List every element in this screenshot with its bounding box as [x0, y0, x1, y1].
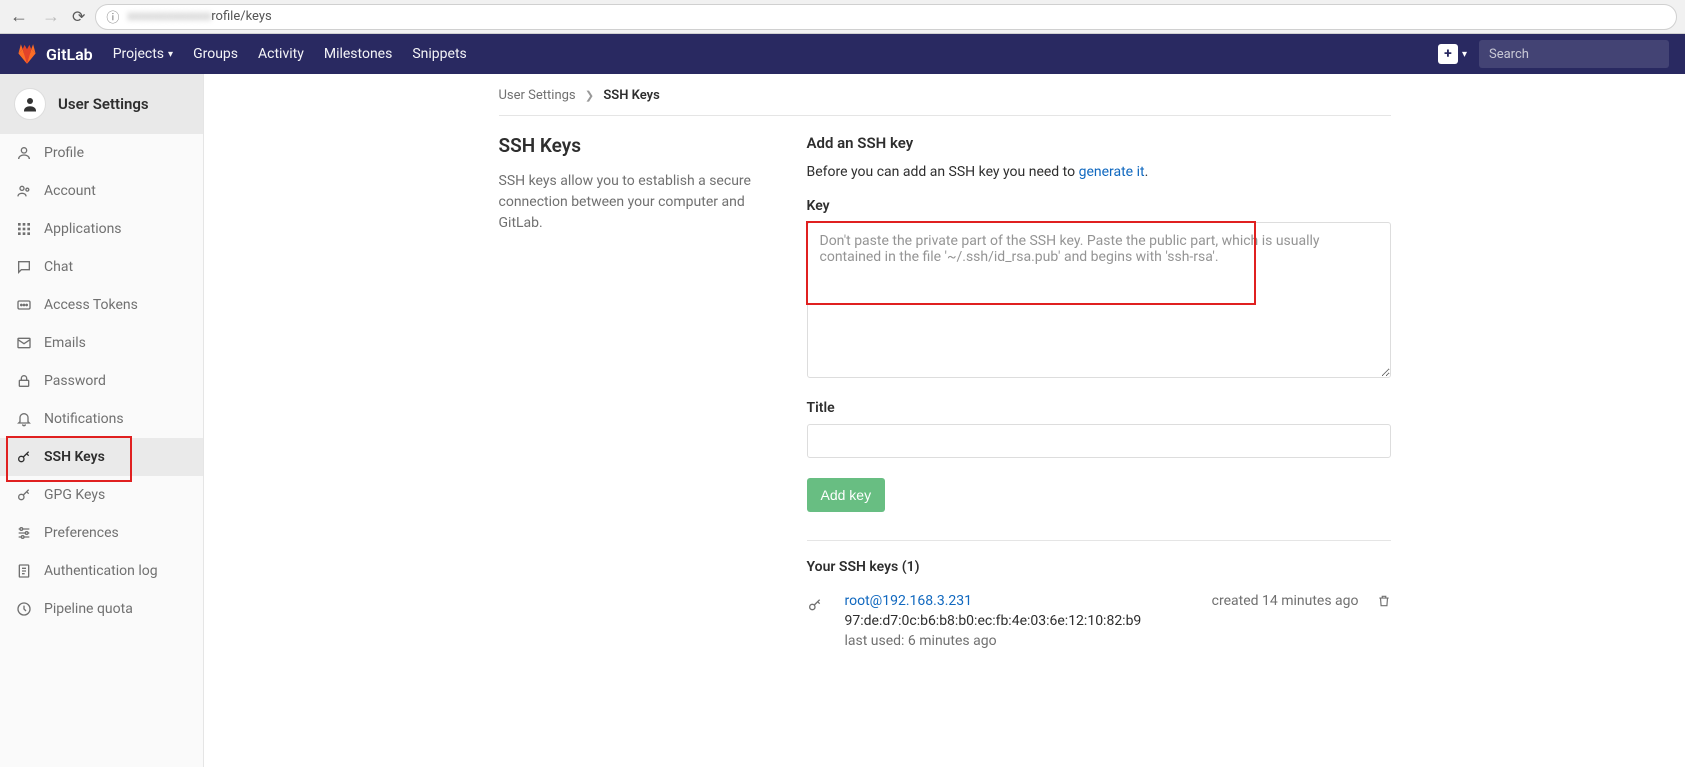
- sidebar-item-emails[interactable]: Emails: [0, 324, 203, 362]
- sidebar-item-pipeline-quota[interactable]: Pipeline quota: [0, 590, 203, 628]
- sidebar-item-profile[interactable]: Profile: [0, 134, 203, 172]
- nav-snippets[interactable]: Snippets: [412, 46, 466, 62]
- chevron-right-icon: ❯: [585, 89, 594, 102]
- page-heading: SSH Keys: [499, 134, 783, 157]
- applications-icon: [16, 221, 32, 237]
- brand-logo[interactable]: GitLab: [16, 43, 93, 65]
- sidebar-item-auth-log[interactable]: Authentication log: [0, 552, 203, 590]
- token-icon: [16, 297, 32, 313]
- preferences-icon: [16, 525, 32, 541]
- sidebar-item-label: Notifications: [44, 411, 124, 427]
- ssh-key-row: root@192.168.3.231 97:de:d7:0c:b6:b8:b0:…: [807, 593, 1391, 649]
- sidebar-item-label: SSH Keys: [44, 449, 105, 465]
- sidebar-item-preferences[interactable]: Preferences: [0, 514, 203, 552]
- breadcrumb-current: SSH Keys: [603, 88, 659, 103]
- main-content: User Settings ❯ SSH Keys SSH Keys SSH ke…: [204, 74, 1685, 767]
- avatar: [14, 88, 46, 120]
- key-last-used: last used: 6 minutes ago: [845, 633, 1194, 649]
- sidebar-item-label: Pipeline quota: [44, 601, 133, 617]
- sidebar-item-chat[interactable]: Chat: [0, 248, 203, 286]
- sidebar-item-label: Emails: [44, 335, 86, 351]
- add-key-heading: Add an SSH key: [807, 134, 1391, 152]
- browser-reload-button[interactable]: ⟳: [72, 7, 85, 26]
- generate-link[interactable]: generate it: [1079, 164, 1145, 180]
- sidebar-item-label: Authentication log: [44, 563, 158, 579]
- sidebar-item-label: Preferences: [44, 525, 119, 541]
- sidebar-item-label: Access Tokens: [44, 297, 138, 313]
- add-key-button[interactable]: Add key: [807, 478, 886, 512]
- browser-forward-button[interactable]: →: [40, 6, 62, 27]
- search-placeholder: Search: [1489, 47, 1529, 62]
- log-icon: [16, 563, 32, 579]
- key-textarea[interactable]: [807, 222, 1391, 378]
- sidebar: User Settings Profile Account Applicatio…: [0, 74, 204, 767]
- gitlab-logo-icon: [16, 43, 38, 65]
- top-nav-bar: GitLab Projects▾ Groups Activity Milesto…: [0, 34, 1685, 74]
- chat-icon: [16, 259, 32, 275]
- info-icon: ⓘ: [106, 7, 119, 26]
- key-icon: [16, 449, 32, 465]
- chevron-down-icon: ▾: [168, 49, 173, 60]
- sidebar-item-label: Applications: [44, 221, 122, 237]
- breadcrumbs: User Settings ❯ SSH Keys: [499, 74, 1391, 115]
- key-icon: [807, 593, 827, 613]
- sidebar-item-applications[interactable]: Applications: [0, 210, 203, 248]
- sidebar-item-password[interactable]: Password: [0, 362, 203, 400]
- brand-text: GitLab: [46, 45, 93, 64]
- key-fingerprint: 97:de:d7:0c:b6:b8:b0:ec:fb:4e:03:6e:12:1…: [845, 613, 1194, 629]
- title-label: Title: [807, 400, 1391, 416]
- nav-projects[interactable]: Projects▾: [113, 46, 173, 62]
- email-icon: [16, 335, 32, 351]
- key-label: Key: [807, 198, 1391, 214]
- account-icon: [16, 183, 32, 199]
- sidebar-item-account[interactable]: Account: [0, 172, 203, 210]
- key-name-link[interactable]: root@192.168.3.231: [845, 593, 1194, 609]
- sidebar-item-ssh-keys[interactable]: SSH Keys: [0, 438, 203, 476]
- sidebar-item-access-tokens[interactable]: Access Tokens: [0, 286, 203, 324]
- url-text: xxxxxxxxxxxxxrofile/keys: [127, 9, 271, 24]
- key-icon: [16, 487, 32, 503]
- lock-icon: [16, 373, 32, 389]
- browser-toolbar: ← → ⟳ ⓘ xxxxxxxxxxxxxrofile/keys: [0, 0, 1685, 34]
- sidebar-item-label: Chat: [44, 259, 73, 275]
- plus-icon: +: [1438, 44, 1458, 64]
- url-bar[interactable]: ⓘ xxxxxxxxxxxxxrofile/keys: [95, 4, 1677, 30]
- sidebar-item-gpg-keys[interactable]: GPG Keys: [0, 476, 203, 514]
- nav-groups[interactable]: Groups: [193, 46, 238, 62]
- quota-icon: [16, 601, 32, 617]
- nav-links: Projects▾ Groups Activity Milestones Sni…: [113, 46, 467, 62]
- chevron-down-icon: ▾: [1462, 49, 1467, 60]
- profile-icon: [16, 145, 32, 161]
- help-text: Before you can add an SSH key you need t…: [807, 164, 1391, 180]
- sidebar-item-label: GPG Keys: [44, 487, 105, 503]
- trash-icon: [1377, 594, 1391, 608]
- sidebar-item-label: Profile: [44, 145, 84, 161]
- nav-activity[interactable]: Activity: [258, 46, 304, 62]
- keys-list-heading: Your SSH keys (1): [807, 559, 1391, 575]
- sidebar-title: User Settings: [58, 95, 149, 113]
- browser-back-button[interactable]: ←: [8, 6, 30, 27]
- sidebar-item-notifications[interactable]: Notifications: [0, 400, 203, 438]
- search-input[interactable]: Search: [1479, 40, 1669, 68]
- new-menu[interactable]: + ▾: [1438, 44, 1467, 64]
- nav-milestones[interactable]: Milestones: [324, 46, 393, 62]
- sidebar-item-label: Password: [44, 373, 106, 389]
- sidebar-header: User Settings: [0, 74, 203, 134]
- person-icon: [21, 95, 39, 113]
- delete-key-button[interactable]: [1377, 594, 1391, 608]
- sidebar-item-label: Account: [44, 183, 96, 199]
- key-created: created 14 minutes ago: [1212, 593, 1359, 609]
- bell-icon: [16, 411, 32, 427]
- title-input[interactable]: [807, 424, 1391, 458]
- breadcrumb-root[interactable]: User Settings: [499, 88, 576, 103]
- page-description: SSH keys allow you to establish a secure…: [499, 171, 783, 234]
